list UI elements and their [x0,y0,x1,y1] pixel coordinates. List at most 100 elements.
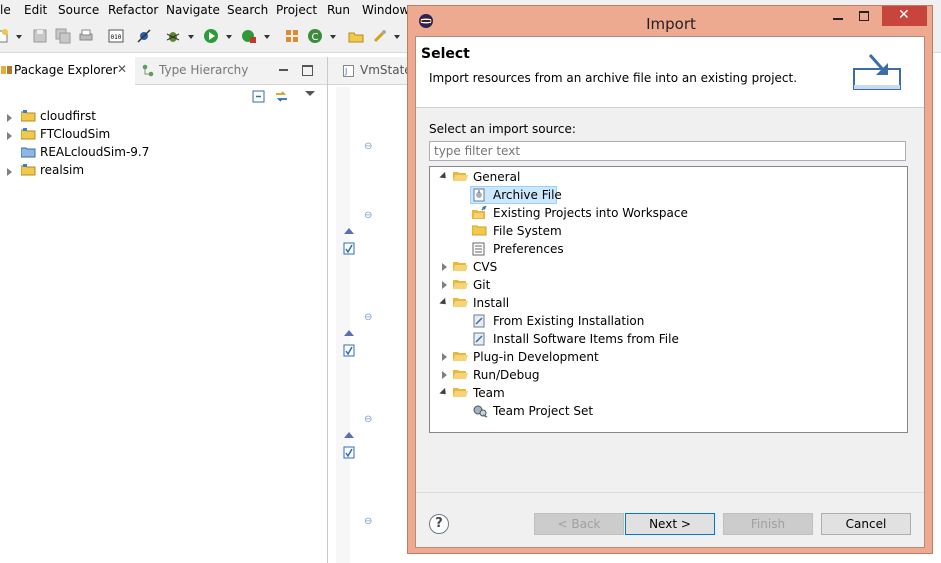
binary-icon[interactable]: 010 [108,28,124,44]
maximize-button[interactable] [851,6,877,26]
menu-run[interactable]: Run [327,3,350,17]
help-button[interactable]: ? [429,514,449,534]
editor-gutter [336,87,350,563]
tree-label: Install Software Items from File [493,332,679,346]
run-dropdown-arrow[interactable] [226,35,232,39]
open-folder-icon [453,172,468,181]
tree-node-preferences[interactable]: Preferences [470,240,590,258]
fold-icon[interactable]: ⊖ [364,141,372,152]
filter-input[interactable] [429,141,906,161]
project-folder-icon [21,128,36,140]
expand-arrow-icon[interactable] [442,371,447,379]
fold-icon[interactable]: ⊖ [364,516,372,527]
new-java-package-icon[interactable] [284,28,300,44]
open-folder-icon [453,298,468,307]
package-explorer-panel: Package Explorer ✕ Type Hierarchy cloudf… [0,57,328,563]
tree-label: Git [473,278,491,292]
fold-icon[interactable]: ⊖ [364,414,372,425]
package-explorer-tab[interactable]: Package Explorer ✕ [0,57,135,85]
minimize-button[interactable] [825,6,851,26]
menu-refactor[interactable]: Refactor [108,3,158,17]
menu-project[interactable]: Project [276,3,317,17]
close-icon[interactable]: ✕ [117,62,127,76]
close-button[interactable]: ✕ [882,6,927,26]
preferences-icon [472,242,485,256]
tree-node-install[interactable]: Install [430,294,550,312]
minimize-icon[interactable] [279,69,288,71]
open-type-icon[interactable] [348,28,364,44]
task-dropdown-arrow[interactable] [394,35,400,39]
collapse-arrow-icon[interactable] [439,297,449,308]
tree-node-run-debug[interactable]: Run/Debug [430,366,570,384]
run-icon[interactable] [203,28,219,44]
menu-edit[interactable]: Edit [24,3,47,17]
tree-node-plugin-development[interactable]: Plug-in Development [430,348,610,366]
new-java-class-icon[interactable]: C [307,28,323,44]
print-icon[interactable] [78,28,94,44]
expand-arrow-icon[interactable] [442,281,447,289]
debug-dropdown-arrow[interactable] [188,35,194,39]
task-marker-icon [343,242,355,255]
import-projects-icon [472,206,487,219]
expand-arrow-icon[interactable] [442,353,447,361]
project-row[interactable]: REALcloudSim-9.7 [0,145,150,163]
tree-node-cvs[interactable]: CVS [430,258,550,276]
override-marker-icon [344,432,354,438]
project-label: REALcloudSim-9.7 [40,145,150,159]
collapse-arrow-icon[interactable] [439,171,449,182]
project-label: cloudfirst [40,109,96,123]
tree-node-archive-file[interactable]: Archive File [470,186,562,204]
menu-file[interactable]: le [0,3,11,17]
menu-source[interactable]: Source [58,3,99,17]
project-row[interactable]: realsim [0,163,120,181]
next-button[interactable]: Next > [625,513,715,535]
svg-text:J: J [344,67,347,76]
finish-button[interactable]: Finish [723,513,813,535]
menu-search[interactable]: Search [227,3,268,17]
save-icon[interactable] [32,28,48,44]
tree-node-team[interactable]: Team [430,384,550,402]
type-hierarchy-tab[interactable]: Type Hierarchy [159,63,248,77]
view-menu-icon[interactable] [305,91,315,96]
tree-node-from-existing-installation[interactable]: From Existing Installation [470,312,680,330]
folder-icon [453,280,468,289]
fold-icon[interactable]: ⊖ [364,312,372,323]
skip-breakpoints-icon[interactable] [136,28,152,44]
cancel-button[interactable]: Cancel [821,513,911,535]
project-folder-icon [21,110,36,122]
menu-window[interactable]: Window [362,3,409,17]
tree-node-file-system[interactable]: File System [470,222,590,240]
tree-node-general[interactable]: General [430,168,630,186]
collapse-arrow-icon[interactable] [439,387,449,398]
project-row[interactable]: cloudfirst [0,109,120,127]
tree-node-git[interactable]: Git [430,276,550,294]
maximize-icon[interactable] [302,65,313,76]
expand-arrow-icon[interactable] [442,263,447,271]
tree-label: General [473,170,521,184]
close-icon: ✕ [898,7,910,23]
open-task-icon[interactable] [372,28,388,44]
collapse-all-icon[interactable] [252,90,265,103]
fold-icon[interactable]: ⊖ [364,210,372,221]
external-tools-dropdown-arrow[interactable] [264,35,270,39]
project-row[interactable]: FTCloudSim [0,127,120,145]
editor-tab[interactable]: VmState [360,63,412,77]
expand-arrow-icon[interactable] [7,132,12,140]
tree-node-team-project-set[interactable]: Team Project Set [470,402,630,420]
java-file-icon: J [343,65,354,77]
tree-node-install-software-items[interactable]: Install Software Items from File [470,330,680,348]
new-class-dropdown-arrow[interactable] [330,35,336,39]
debug-icon[interactable] [165,28,181,44]
open-folder-icon [453,388,468,397]
expand-arrow-icon[interactable] [7,114,12,122]
package-explorer-icon [1,66,12,74]
back-button[interactable]: < Back [534,513,624,535]
link-with-editor-icon[interactable] [274,89,289,104]
save-all-icon[interactable] [55,28,71,44]
menu-navigate[interactable]: Navigate [166,3,220,17]
expand-arrow-icon[interactable] [7,168,12,176]
external-tools-icon[interactable] [241,28,257,44]
new-icon[interactable] [0,28,10,44]
new-dropdown-arrow[interactable] [16,35,22,39]
tree-node-existing-projects[interactable]: Existing Projects into Workspace [470,204,700,222]
